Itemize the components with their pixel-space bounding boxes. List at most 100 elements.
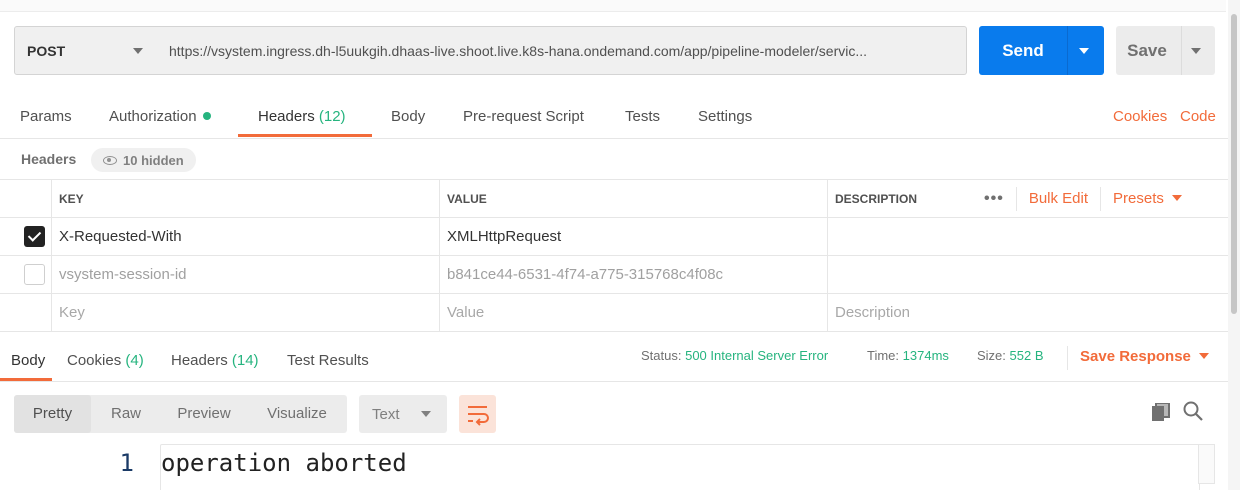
- wrap-lines-icon: [468, 406, 489, 426]
- hidden-headers-label: 10 hidden: [123, 152, 184, 168]
- tab-prerequest-script[interactable]: Pre-request Script: [463, 108, 584, 128]
- save-options-chevron-icon[interactable]: [1191, 48, 1201, 54]
- response-tab-cookies-count: (4): [125, 352, 144, 369]
- hidden-headers-toggle[interactable]: 10 hidden: [91, 148, 196, 172]
- divider: [1100, 186, 1102, 211]
- tab-tests[interactable]: Tests: [625, 108, 660, 128]
- active-tab-indicator: [238, 134, 372, 137]
- presets-dropdown[interactable]: Presets: [1113, 190, 1182, 207]
- new-key-input[interactable]: Key: [51, 294, 439, 331]
- presets-label: Presets: [1113, 190, 1164, 207]
- column-divider: [827, 180, 828, 332]
- eye-icon: [103, 155, 117, 165]
- chevron-down-icon: [421, 411, 431, 417]
- new-value-input[interactable]: Value: [439, 294, 827, 331]
- save-response-button[interactable]: Save Response: [1080, 348, 1209, 365]
- tab-prerequest-label: Pre-request Script: [463, 108, 584, 125]
- view-preview-button[interactable]: Preview: [161, 395, 247, 433]
- tab-params[interactable]: Params: [20, 108, 72, 128]
- column-key: KEY: [59, 191, 84, 206]
- view-pretty-button[interactable]: Pretty: [14, 395, 91, 433]
- tab-headers-label: Headers: [258, 108, 315, 125]
- cookies-link[interactable]: Cookies: [1113, 108, 1167, 128]
- new-description-input[interactable]: Description: [827, 294, 1227, 331]
- bulk-edit-link[interactable]: Bulk Edit: [1029, 190, 1088, 207]
- tab-headers[interactable]: Headers (12): [258, 108, 346, 128]
- response-tab-headers-count: (14): [231, 352, 259, 369]
- code-link-label: Code: [1180, 108, 1216, 125]
- chevron-down-icon: [133, 48, 143, 54]
- send-button[interactable]: Send: [979, 26, 1104, 75]
- status-label: Status:: [641, 348, 682, 363]
- tabs-divider: [0, 138, 1228, 139]
- response-tab-cookies[interactable]: Cookies (4): [67, 352, 144, 369]
- cookies-link-label: Cookies: [1113, 108, 1168, 125]
- response-size[interactable]: Size: 552 B: [977, 348, 1044, 363]
- column-divider: [439, 180, 440, 332]
- response-tab-headers[interactable]: Headers (14): [171, 352, 259, 369]
- row-key[interactable]: vsystem-session-id: [51, 256, 439, 293]
- copy-icon[interactable]: [1152, 403, 1170, 421]
- save-divider: [1181, 26, 1182, 75]
- tab-headers-count: (12): [318, 108, 346, 125]
- view-visualize-button[interactable]: Visualize: [247, 395, 347, 433]
- row-description[interactable]: [827, 256, 1227, 293]
- divider: [1015, 186, 1017, 211]
- response-status[interactable]: Status: 500 Internal Server Error: [641, 348, 828, 363]
- chevron-down-icon: [1198, 353, 1209, 359]
- time-value: 1374ms: [902, 348, 949, 363]
- row-key[interactable]: X-Requested-With: [51, 218, 439, 255]
- tab-authorization[interactable]: Authorization: [109, 108, 211, 128]
- table-actions: ••• Bulk Edit Presets: [984, 180, 1182, 217]
- code-link[interactable]: Code: [1180, 108, 1216, 128]
- tab-body[interactable]: Body: [391, 108, 425, 128]
- format-select[interactable]: Text: [359, 395, 447, 433]
- response-tab-test-results[interactable]: Test Results: [287, 352, 369, 369]
- row-value[interactable]: b841ce44-6531-4f74-a775-315768c4f08c: [439, 256, 827, 293]
- page-scrollbar-thumb[interactable]: [1231, 14, 1237, 314]
- wrap-lines-button[interactable]: [459, 395, 496, 433]
- more-options-icon[interactable]: •••: [984, 190, 1004, 208]
- size-value: 552 B: [1009, 348, 1044, 363]
- table-row[interactable]: vsystem-session-id b841ce44-6531-4f74-a7…: [0, 256, 1228, 294]
- tab-tests-label: Tests: [625, 108, 661, 125]
- save-label: Save: [1127, 41, 1167, 60]
- chevron-down-icon: [1171, 195, 1182, 201]
- send-divider: [1067, 26, 1068, 75]
- row-enabled-checkbox[interactable]: [24, 264, 45, 285]
- response-tab-body-label: Body: [11, 352, 46, 369]
- column-value: VALUE: [447, 191, 487, 206]
- save-response-label: Save Response: [1080, 348, 1191, 365]
- column-description: DESCRIPTION: [835, 191, 918, 206]
- send-label: Send: [1002, 41, 1044, 60]
- response-tab-cookies-label: Cookies: [67, 352, 122, 369]
- divider: [1067, 346, 1068, 370]
- tab-settings[interactable]: Settings: [698, 108, 752, 128]
- time-label: Time:: [867, 348, 900, 363]
- status-value: 500 Internal Server Error: [685, 348, 829, 363]
- line-number: 1: [119, 449, 134, 477]
- row-enabled-checkbox[interactable]: [24, 226, 45, 247]
- table-row-new[interactable]: Key Value Description: [0, 294, 1228, 332]
- view-raw-button[interactable]: Raw: [91, 395, 161, 433]
- response-tabs-divider: [0, 381, 1228, 382]
- tab-params-label: Params: [20, 108, 72, 125]
- search-icon[interactable]: [1183, 401, 1203, 421]
- response-time[interactable]: Time: 1374ms: [867, 348, 949, 363]
- row-value[interactable]: XMLHttpRequest: [439, 218, 827, 255]
- response-tab-headers-label: Headers: [171, 352, 228, 369]
- url-input[interactable]: https://vsystem.ingress.dh-l5uukgih.dhaa…: [157, 26, 967, 75]
- top-strip: [0, 0, 1226, 12]
- column-divider: [51, 180, 52, 332]
- response-tab-body[interactable]: Body: [11, 352, 45, 369]
- status-dot-icon: [202, 112, 211, 120]
- row-description[interactable]: [827, 218, 1227, 255]
- table-row[interactable]: X-Requested-With XMLHttpRequest: [0, 218, 1228, 256]
- editor-scrollbar[interactable]: [1198, 444, 1215, 484]
- send-options-chevron-icon[interactable]: [1079, 48, 1089, 54]
- view-mode-group: Pretty Raw Preview Visualize: [14, 395, 347, 433]
- response-body-text[interactable]: operation aborted: [161, 449, 407, 477]
- format-label: Text: [372, 405, 400, 423]
- method-select[interactable]: POST: [14, 26, 158, 75]
- save-button[interactable]: Save: [1116, 26, 1215, 75]
